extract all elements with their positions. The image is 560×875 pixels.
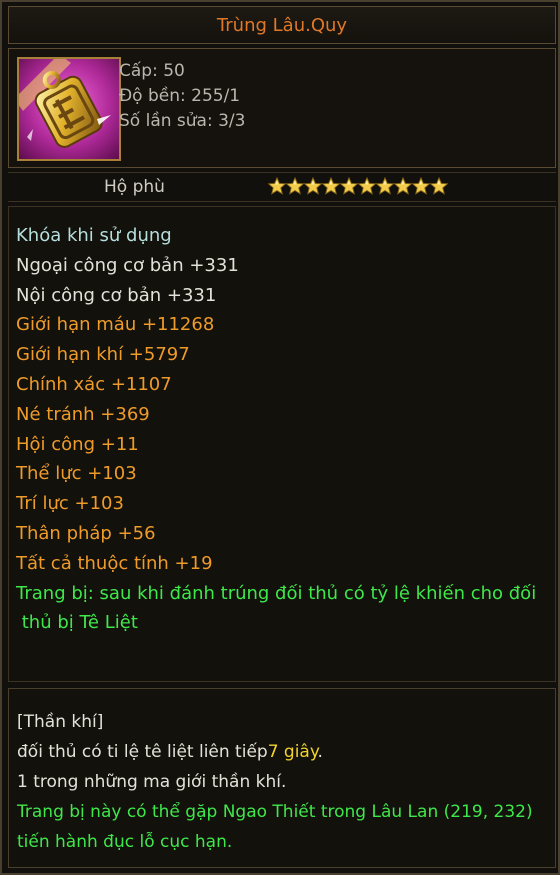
item-level: Cấp: 50 bbox=[119, 61, 185, 81]
star-icon bbox=[340, 177, 358, 195]
attribute-line: Thể lực +103 bbox=[16, 463, 137, 485]
attribute-line: Giới hạn khí +5797 bbox=[16, 344, 190, 366]
description-panel: [Thần khí] đối thủ có ti lệ tê liệt liên… bbox=[8, 688, 556, 868]
star-icon bbox=[304, 177, 322, 195]
attribute-line: Giới hạn máu +11268 bbox=[16, 314, 215, 336]
attribute-line: Nội công cơ bản +331 bbox=[16, 284, 217, 306]
star-icon bbox=[358, 177, 376, 195]
description-text: . bbox=[317, 742, 323, 762]
item-durability: Độ bền: 255/1 bbox=[119, 86, 241, 106]
description-line: Trang bị này có thể gặp Ngao Thiết trong… bbox=[17, 802, 533, 822]
attribute-line: Né tránh +369 bbox=[16, 403, 150, 425]
attribute-line: Chính xác +1107 bbox=[16, 373, 172, 395]
description-list: [Thần khí] đối thủ có ti lệ tê liệt liên… bbox=[17, 707, 549, 857]
star-icon bbox=[412, 177, 430, 195]
attribute-line: Trí lực +103 bbox=[16, 493, 124, 515]
star-icon bbox=[322, 177, 340, 195]
description-text: đối thủ có ti lệ tê liệt liên tiếp bbox=[17, 742, 268, 762]
duration-highlight: 7 giây bbox=[267, 742, 318, 762]
attribute-line: Ngoại công cơ bản +331 bbox=[16, 254, 239, 276]
golden-amulet-icon bbox=[17, 57, 121, 161]
description-header: [Thần khí] bbox=[17, 712, 104, 732]
attribute-line: Trang bị: sau khi đánh trúng đối thủ có … bbox=[16, 582, 537, 604]
attribute-line: Khóa khi sử dụng bbox=[16, 225, 172, 246]
item-repairs: Số lần sửa: 3/3 bbox=[119, 111, 246, 131]
star-icon bbox=[376, 177, 394, 195]
description-line: 1 trong những ma giới thần khí. bbox=[17, 772, 287, 792]
attributes-panel: Khóa khi sử dụng Ngoại công cơ bản +331 Nộ… bbox=[8, 206, 556, 682]
star-rating bbox=[268, 177, 448, 195]
star-icon bbox=[394, 177, 412, 195]
star-icon bbox=[286, 177, 304, 195]
title-bar: Trùng Lâu.Quy bbox=[8, 6, 556, 44]
description-line: tiến hành đục lỗ cục hạn. bbox=[17, 832, 233, 852]
attribute-line: Tất cả thuộc tính +19 bbox=[16, 552, 213, 574]
attributes-list: Khóa khi sử dụng Ngoại công cơ bản +331 Nộ… bbox=[16, 221, 536, 638]
item-type-row: Hộ phù bbox=[8, 172, 556, 202]
item-tooltip: Trùng Lâu.Quy Cấp: 50 Độ bền: 255/1 Số l… bbox=[0, 0, 560, 875]
attribute-line: thủ bị Tê Liệt bbox=[16, 612, 138, 634]
item-stats: Cấp: 50 Độ bền: 255/1 Số lần sửa: 3/3 bbox=[119, 59, 245, 134]
item-type: Hộ phù bbox=[104, 177, 165, 197]
star-icon bbox=[268, 177, 286, 195]
item-info-panel: Cấp: 50 Độ bền: 255/1 Số lần sửa: 3/3 bbox=[8, 48, 556, 168]
item-name: Trùng Lâu.Quy bbox=[216, 14, 348, 36]
star-icon bbox=[430, 177, 448, 195]
attribute-line: Thân pháp +56 bbox=[16, 522, 156, 544]
description-line: đối thủ có ti lệ tê liệt liên tiếp7 giây… bbox=[17, 737, 549, 767]
attribute-line: Hội công +11 bbox=[16, 433, 139, 455]
